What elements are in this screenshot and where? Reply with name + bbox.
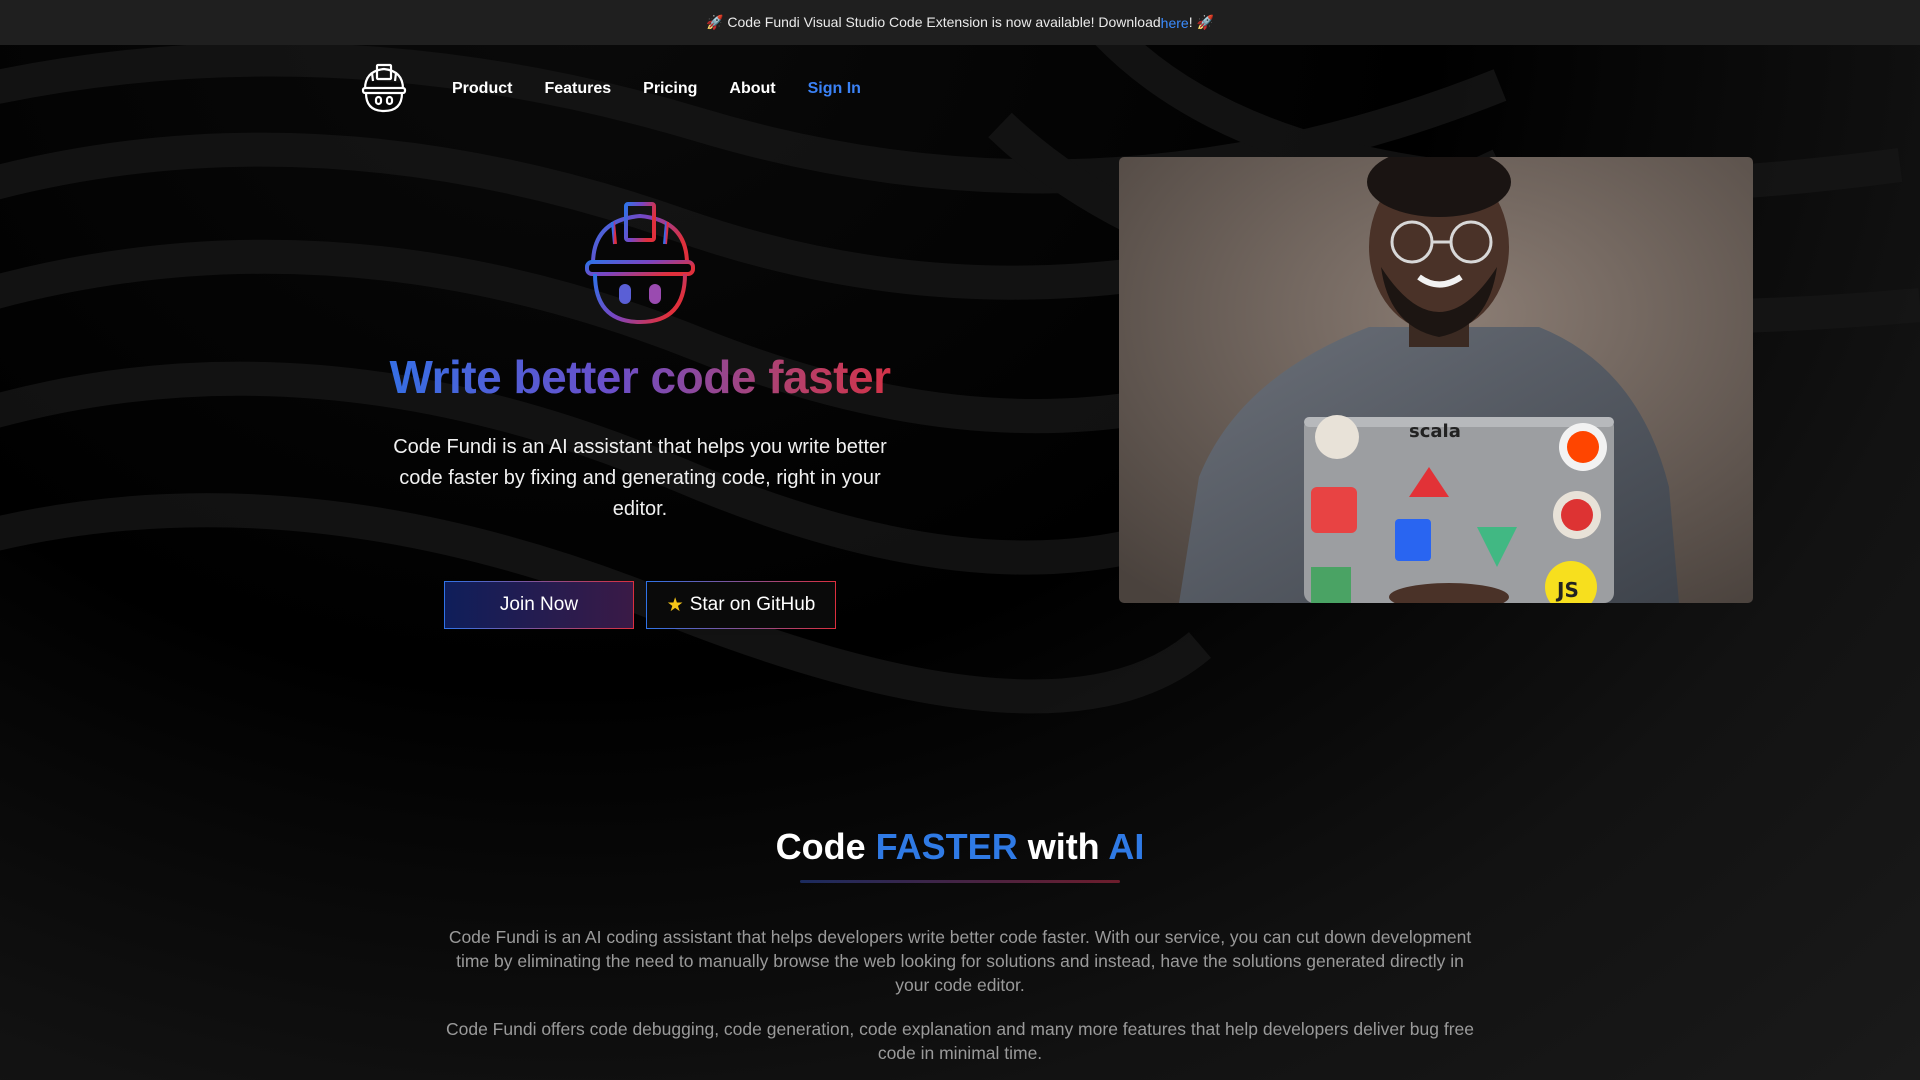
banner-text: 🚀 Code Fundi Visual Studio Code Extensio… — [706, 14, 1161, 30]
code-fundi-logo[interactable] — [360, 63, 408, 115]
js-sticker: JS — [1555, 578, 1579, 602]
nav-item-features[interactable]: Features — [544, 80, 611, 98]
github-label: Star on GitHub — [689, 594, 816, 615]
section-title-code: Code — [775, 826, 876, 867]
join-now-label: Join Now — [499, 594, 579, 615]
section-paragraph-2: Code Fundi offers code debugging, code g… — [445, 1019, 1474, 1063]
sign-in-link[interactable]: Sign In — [808, 80, 861, 98]
hero-cta-group: Join Now ★ Star on GitHub — [360, 581, 920, 629]
announcement-banner: 🚀 Code Fundi Visual Studio Code Extensio… — [0, 0, 1920, 45]
hero-photo: scala JS — [1119, 157, 1753, 603]
hero-helmet-logo-icon — [585, 202, 695, 324]
hero-section: Write better code faster Code Fundi is a… — [360, 200, 920, 629]
section-paragraph-1: Code Fundi is an AI coding assistant tha… — [448, 927, 1472, 995]
star-on-github-button[interactable]: ★ Star on GitHub — [646, 581, 836, 629]
section-title-ai: AI — [1108, 826, 1145, 867]
hero-title: Write better code faster — [360, 350, 920, 404]
main-nav: Product Features Pricing About Sign In — [360, 62, 893, 116]
banner-suffix: ! 🚀 — [1188, 14, 1214, 30]
star-icon: ★ — [666, 594, 684, 616]
developer-with-laptop-image: scala JS — [1119, 157, 1753, 603]
section-title-faster: FASTER — [875, 826, 1018, 867]
section-title-underline — [800, 880, 1120, 883]
hero-subtitle: Code Fundi is an AI assistant that helps… — [393, 436, 887, 520]
nav-item-product[interactable]: Product — [452, 80, 512, 98]
join-now-button[interactable]: Join Now — [444, 581, 634, 629]
section-title: Code FASTER with AI — [0, 826, 1920, 868]
section-title-with: with — [1017, 826, 1109, 867]
scala-sticker: scala — [1409, 421, 1461, 442]
nav-item-about[interactable]: About — [729, 80, 775, 98]
nav-item-pricing[interactable]: Pricing — [643, 80, 697, 98]
banner-download-link[interactable]: here — [1161, 15, 1189, 31]
